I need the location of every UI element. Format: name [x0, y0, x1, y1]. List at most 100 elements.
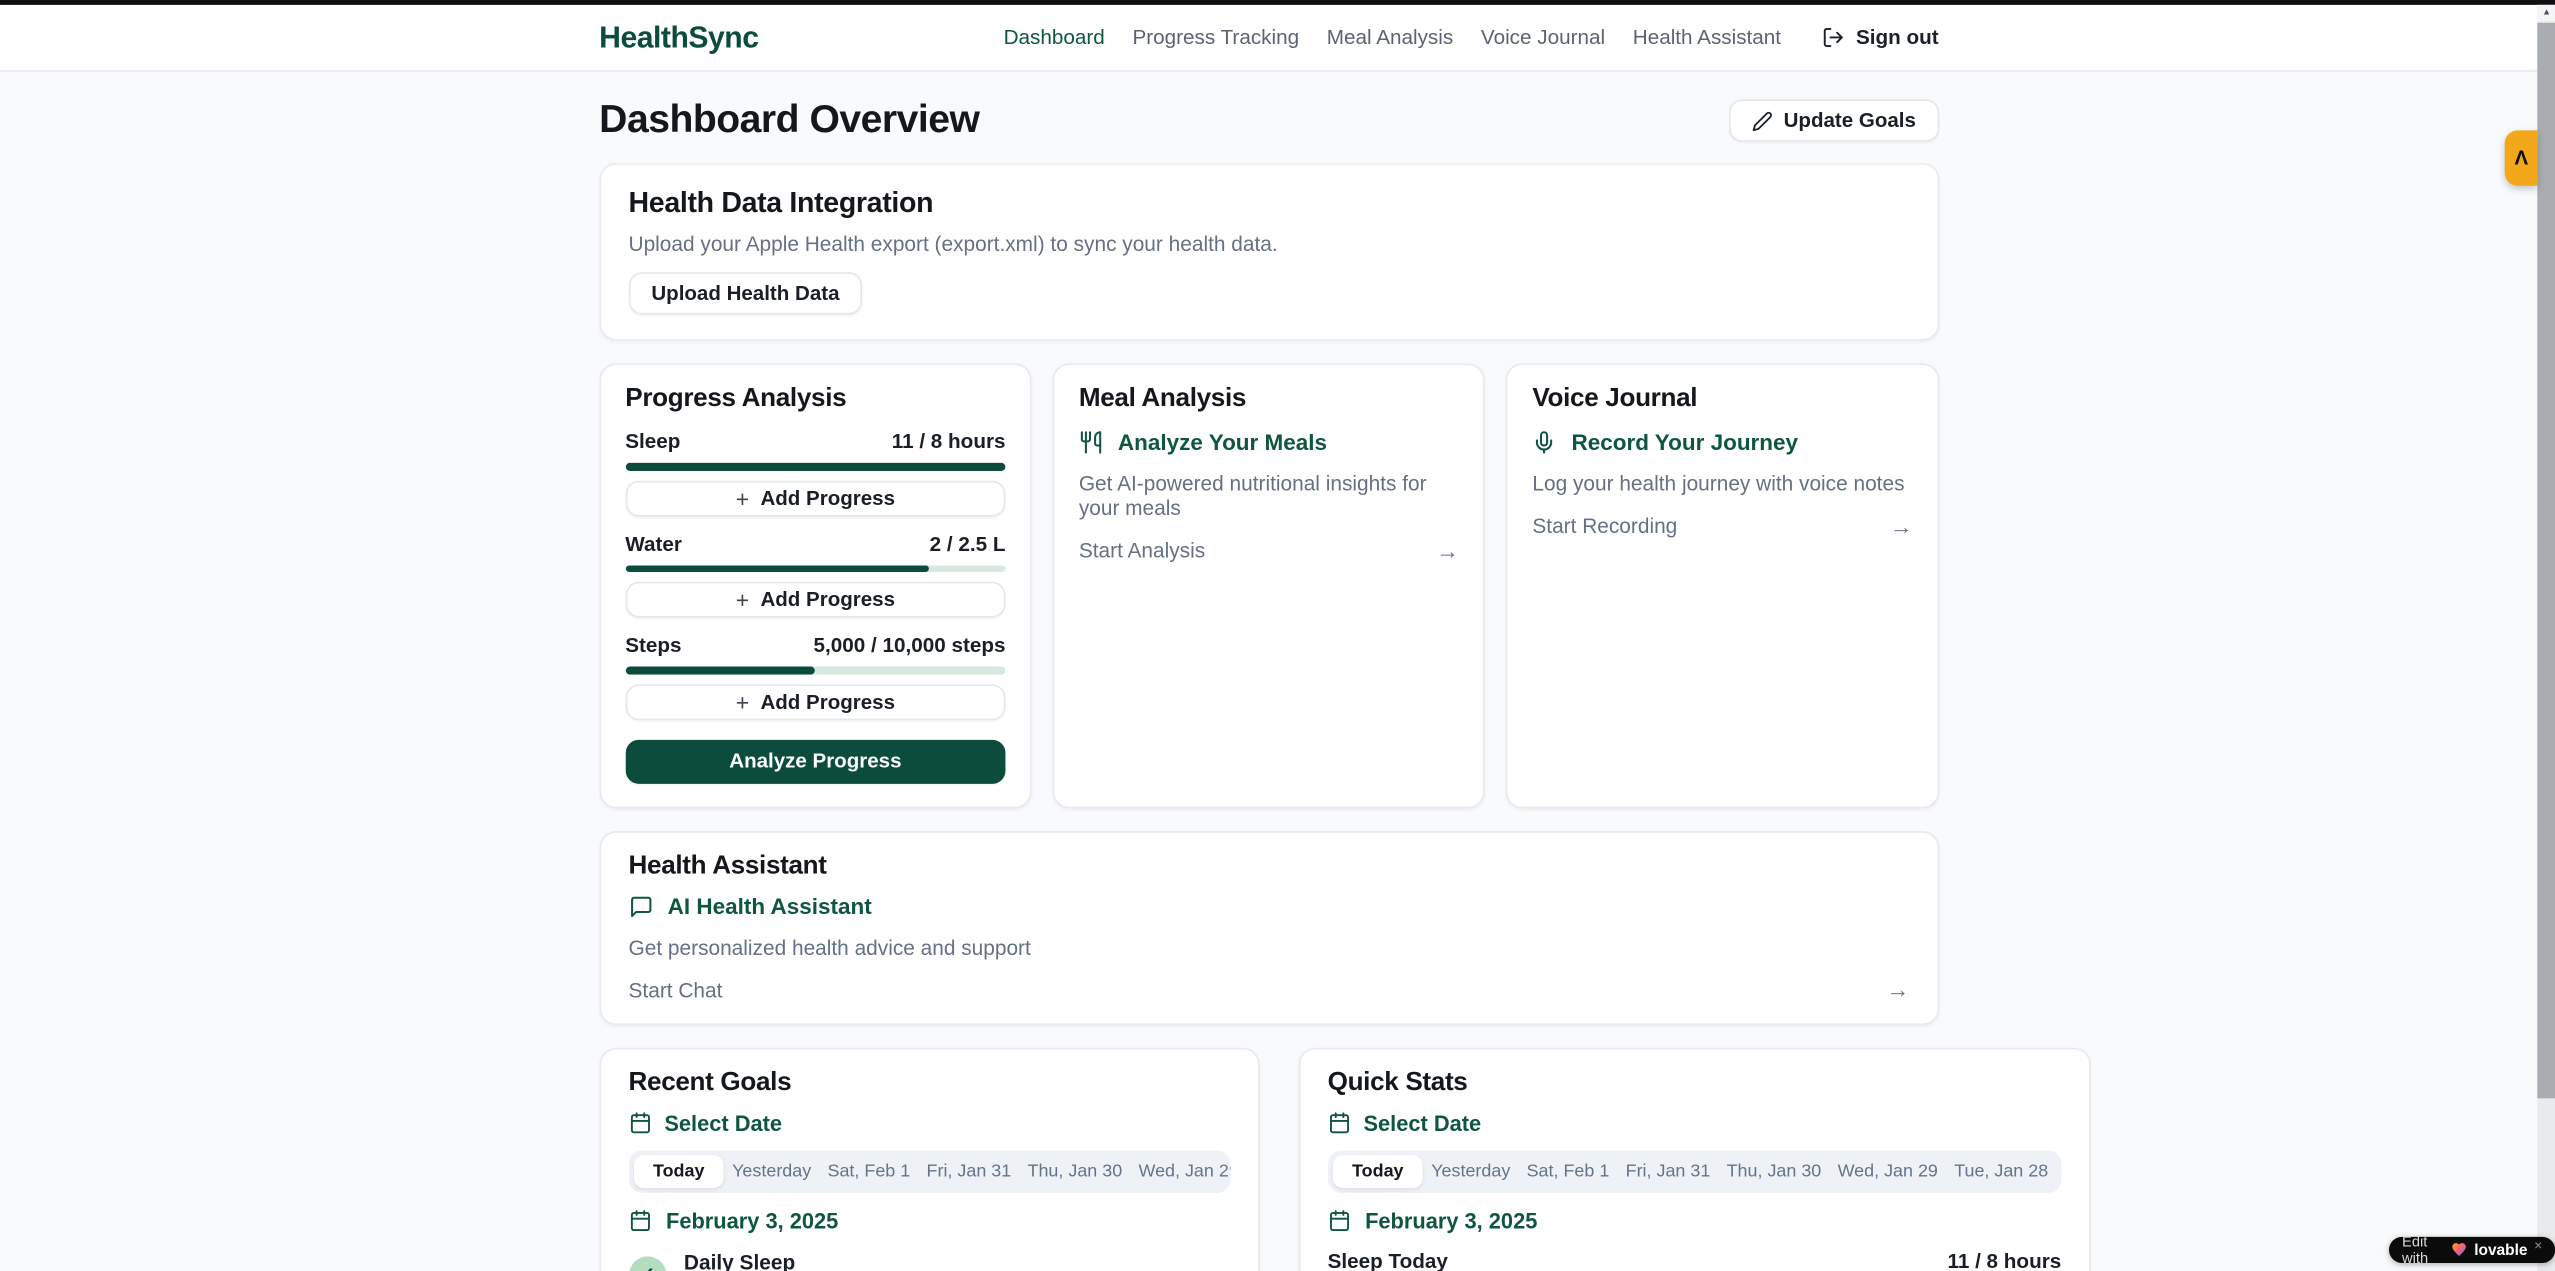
brand-logo[interactable]: HealthSync — [599, 20, 758, 56]
meal-analysis-card: Meal Analysis Analyze Your Meals Get AI-… — [1053, 363, 1485, 807]
metric-steps-label: Steps — [625, 634, 681, 658]
metric-sleep-value: 11 / 8 hours — [892, 430, 1006, 454]
arrow-right-icon: → — [1436, 539, 1459, 562]
recent-goals-select-date[interactable]: Select Date — [629, 1111, 1230, 1135]
tab-tue-jan-28[interactable]: Tue, Jan 28 — [1946, 1155, 2056, 1188]
ai-health-assistant-link[interactable]: AI Health Assistant — [629, 894, 1910, 918]
plus-icon: + — [736, 486, 749, 509]
edit-with-lovable-badge[interactable]: Edit with lovable × — [2389, 1237, 2555, 1263]
calendar-icon — [1328, 1111, 1351, 1134]
add-steps-progress-button[interactable]: + Add Progress — [625, 684, 1005, 720]
analyze-your-meals-link[interactable]: Analyze Your Meals — [1079, 430, 1459, 454]
tab-yesterday[interactable]: Yesterday — [724, 1155, 819, 1188]
quick-stats-selected-date[interactable]: February 3, 2025 — [1328, 1208, 2062, 1232]
calendar-icon — [629, 1209, 652, 1232]
start-analysis-action[interactable]: Start Analysis → — [1079, 538, 1459, 562]
sign-out-label: Sign out — [1856, 26, 1939, 49]
scrollbar-thumb[interactable] — [2538, 23, 2555, 1099]
start-recording-label: Start Recording — [1532, 513, 1677, 537]
goal-list-item: ✓ Daily Sleep 11 / 8 hours — [629, 1249, 1230, 1270]
tab-sat-feb-1[interactable]: Sat, Feb 1 — [819, 1155, 918, 1188]
goal-name: Daily Sleep — [684, 1249, 795, 1270]
tab-fri-jan-31[interactable]: Fri, Jan 31 — [1617, 1155, 1718, 1188]
lovable-logo-icon: Λ — [2514, 148, 2528, 168]
metric-sleep-label: Sleep — [625, 430, 680, 454]
quick-stats-select-date[interactable]: Select Date — [1328, 1111, 2062, 1135]
tab-thu-jan-30[interactable]: Thu, Jan 30 — [1019, 1155, 1130, 1188]
start-recording-action[interactable]: Start Recording → — [1532, 513, 1912, 537]
vertical-scrollbar[interactable]: ▲ ▼ — [2538, 5, 2555, 1270]
steps-progress-fill — [625, 667, 815, 674]
update-goals-button[interactable]: Update Goals — [1728, 99, 1939, 141]
tab-thu-jan-30[interactable]: Thu, Jan 30 — [1718, 1155, 1829, 1188]
badge-brand: lovable — [2474, 1241, 2527, 1259]
heart-icon — [2451, 1242, 2467, 1258]
nav-progress-tracking[interactable]: Progress Tracking — [1132, 26, 1299, 49]
recent-goals-card: Recent Goals Select Date Today Yesterday… — [599, 1047, 1259, 1270]
add-progress-label: Add Progress — [760, 486, 895, 509]
tab-today[interactable]: Today — [633, 1155, 724, 1188]
metric-steps-value: 5,000 / 10,000 steps — [814, 634, 1006, 658]
metric-water-label: Water — [625, 532, 682, 556]
tab-wed-jan-29[interactable]: Wed, Jan 29 — [1130, 1155, 1230, 1188]
app-viewport: HealthSync Dashboard Progress Tracking M… — [0, 5, 2538, 1270]
quick-stats-date-tabs: Today Yesterday Sat, Feb 1 Fri, Jan 31 T… — [1328, 1150, 2062, 1192]
window-top-bar — [0, 0, 2555, 5]
microphone-icon — [1532, 430, 1556, 454]
quick-stats-card: Quick Stats Select Date Today Yesterday … — [1298, 1047, 2090, 1270]
analyze-progress-button[interactable]: Analyze Progress — [625, 739, 1005, 783]
sleep-progress-bar — [625, 463, 1005, 470]
site-header: HealthSync Dashboard Progress Tracking M… — [0, 5, 2538, 72]
ai-health-assistant-label: AI Health Assistant — [668, 894, 872, 918]
tab-today[interactable]: Today — [1333, 1155, 1424, 1188]
select-date-label: Select Date — [664, 1111, 782, 1135]
calendar-icon — [629, 1111, 652, 1134]
selected-date-label: February 3, 2025 — [666, 1208, 838, 1232]
badge-close-icon[interactable]: × — [2534, 1237, 2542, 1253]
start-chat-label: Start Chat — [629, 977, 723, 1001]
progress-analysis-card: Progress Analysis Sleep 11 / 8 hours + A… — [599, 363, 1031, 807]
voice-journal-title: Voice Journal — [1532, 385, 1912, 414]
sign-out-button[interactable]: Sign out — [1822, 26, 1939, 49]
add-water-progress-button[interactable]: + Add Progress — [625, 582, 1005, 618]
metric-water-value: 2 / 2.5 L — [930, 532, 1006, 556]
progress-analysis-title: Progress Analysis — [625, 385, 1005, 414]
scroll-up-arrow[interactable]: ▲ — [2538, 5, 2555, 21]
lovable-editor-tab[interactable]: Λ — [2505, 130, 2538, 185]
pencil-icon — [1751, 110, 1772, 131]
plus-icon: + — [736, 588, 749, 611]
log-out-icon — [1822, 26, 1845, 49]
integration-description: Upload your Apple Health export (export.… — [629, 231, 1910, 255]
record-your-journey-link[interactable]: Record Your Journey — [1532, 430, 1912, 454]
plus-icon: + — [736, 690, 749, 713]
tab-yesterday[interactable]: Yesterday — [1423, 1155, 1518, 1188]
sleep-today-label: Sleep Today — [1328, 1249, 1448, 1270]
tab-sat-feb-1[interactable]: Sat, Feb 1 — [1518, 1155, 1617, 1188]
nav-voice-journal[interactable]: Voice Journal — [1481, 26, 1605, 49]
recent-goals-selected-date[interactable]: February 3, 2025 — [629, 1208, 1230, 1232]
sleep-progress-fill — [625, 463, 1005, 470]
nav-dashboard[interactable]: Dashboard — [1004, 26, 1105, 49]
chat-bubble-icon — [629, 894, 653, 918]
health-assistant-description: Get personalized health advice and suppo… — [629, 935, 1910, 959]
water-progress-bar — [625, 565, 1005, 572]
health-data-integration-card: Health Data Integration Upload your Appl… — [599, 163, 1939, 341]
calendar-icon — [1328, 1209, 1351, 1232]
nav-health-assistant[interactable]: Health Assistant — [1633, 26, 1781, 49]
add-sleep-progress-button[interactable]: + Add Progress — [625, 480, 1005, 516]
quick-stats-title: Quick Stats — [1328, 1068, 2062, 1097]
tab-wed-jan-29[interactable]: Wed, Jan 29 — [1829, 1155, 1946, 1188]
steps-progress-bar — [625, 667, 1005, 674]
check-icon: ✓ — [629, 1256, 666, 1271]
nav-meal-analysis[interactable]: Meal Analysis — [1327, 26, 1453, 49]
meal-analysis-title: Meal Analysis — [1079, 385, 1459, 414]
upload-health-data-button[interactable]: Upload Health Data — [629, 272, 863, 314]
meal-analysis-description: Get AI-powered nutritional insights for … — [1079, 471, 1459, 520]
start-chat-action[interactable]: Start Chat → — [629, 977, 1910, 1001]
tab-fri-jan-31[interactable]: Fri, Jan 31 — [918, 1155, 1019, 1188]
utensils-icon — [1079, 430, 1103, 454]
health-assistant-title: Health Assistant — [629, 851, 1910, 880]
add-progress-label: Add Progress — [760, 690, 895, 713]
start-analysis-label: Start Analysis — [1079, 538, 1205, 562]
health-assistant-card: Health Assistant AI Health Assistant Get… — [599, 830, 1939, 1024]
